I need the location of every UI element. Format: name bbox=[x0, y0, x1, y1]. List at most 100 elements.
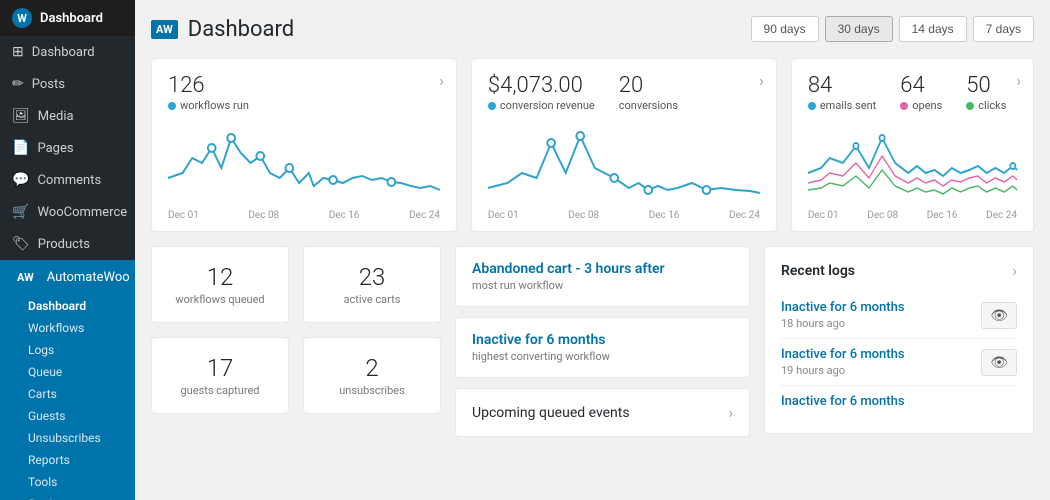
log-item-2-link[interactable]: Inactive for 6 months bbox=[781, 347, 905, 362]
workflows-run-metric: 126 workflows run bbox=[168, 73, 249, 112]
sub-reports[interactable]: Reports bbox=[0, 449, 135, 471]
sub-guests[interactable]: Guests bbox=[0, 405, 135, 427]
queued-label: workflows queued bbox=[168, 293, 272, 306]
email-label-dec01: Dec 01 bbox=[808, 210, 839, 221]
sub-carts[interactable]: Carts bbox=[0, 383, 135, 405]
queued-card: 12 workflows queued bbox=[151, 246, 289, 323]
comments-icon: 💬 bbox=[12, 172, 29, 188]
stats-top-row: 12 workflows queued 23 active carts bbox=[151, 246, 441, 323]
sidebar-header: W Dashboard bbox=[0, 0, 135, 36]
filter-90-days[interactable]: 90 days bbox=[751, 16, 819, 42]
clicks-value: 50 bbox=[966, 73, 1006, 99]
sub-settings[interactable]: Settings bbox=[0, 493, 135, 500]
workflows-metrics: 126 workflows run bbox=[168, 73, 440, 112]
day-filters: 90 days 30 days 14 days 7 days bbox=[751, 16, 1034, 42]
emails-card-arrow[interactable]: › bbox=[1016, 71, 1021, 90]
carts-label: active carts bbox=[320, 293, 424, 306]
title-area: AW Dashboard bbox=[151, 17, 294, 42]
revenue-dot bbox=[488, 102, 496, 110]
sub-unsubscribes[interactable]: Unsubscribes bbox=[0, 427, 135, 449]
unsubs-card: 2 unsubscribes bbox=[303, 337, 441, 414]
unsubs-label: unsubscribes bbox=[320, 384, 424, 397]
media-icon: 🖼 bbox=[12, 108, 30, 124]
opens-dot bbox=[900, 102, 908, 110]
right-column: Recent logs › Inactive for 6 months 18 h… bbox=[764, 246, 1034, 437]
sub-tools[interactable]: Tools bbox=[0, 471, 135, 493]
wp-logo: W bbox=[12, 8, 32, 28]
sidebar-item-media[interactable]: 🖼 Media bbox=[0, 100, 135, 132]
filter-14-days[interactable]: 14 days bbox=[899, 16, 967, 42]
filter-30-days[interactable]: 30 days bbox=[825, 16, 893, 42]
chart-label-dec01: Dec 01 bbox=[168, 210, 199, 221]
log-item-1: Inactive for 6 months 18 hours ago 👁 bbox=[781, 292, 1017, 339]
workflows-run-value: 126 bbox=[168, 73, 249, 99]
log-item-2-info: Inactive for 6 months 19 hours ago bbox=[781, 347, 905, 377]
opens-label: opens bbox=[900, 99, 942, 112]
most-run-workflow-card: Abandoned cart - 3 hours after most run … bbox=[455, 246, 750, 307]
workflows-dot bbox=[168, 102, 176, 110]
sidebar-item-comments[interactable]: 💬 Comments bbox=[0, 164, 135, 196]
conversions-metrics: $4,073.00 conversion revenue 20 conversi… bbox=[488, 73, 760, 112]
workflows-chart-labels: Dec 01 Dec 08 Dec 16 Dec 24 bbox=[168, 210, 440, 221]
log-item-1-link[interactable]: Inactive for 6 months bbox=[781, 300, 905, 315]
conversions-card: › $4,073.00 conversion revenue 20 conver… bbox=[471, 58, 777, 232]
upcoming-arrow[interactable]: › bbox=[728, 403, 733, 422]
most-run-title[interactable]: Abandoned cart - 3 hours after bbox=[472, 261, 733, 277]
filter-7-days[interactable]: 7 days bbox=[973, 16, 1034, 42]
guests-card: 17 guests captured bbox=[151, 337, 289, 414]
clicks-label: clicks bbox=[966, 99, 1006, 112]
log-item-1-eye-button[interactable]: 👁 bbox=[981, 302, 1017, 329]
woocommerce-icon: 🛒 bbox=[12, 204, 29, 220]
emails-metrics: 84 emails sent 64 opens 50 bbox=[808, 73, 1017, 112]
sidebar-item-label: Dashboard bbox=[32, 45, 95, 60]
log-item-3-info: Inactive for 6 months bbox=[781, 394, 905, 411]
log-item-2-eye-button[interactable]: 👁 bbox=[981, 349, 1017, 376]
emails-chart bbox=[808, 118, 1017, 208]
sidebar-item-pages[interactable]: 📄 Pages bbox=[0, 132, 135, 164]
highest-converting-workflow-card: Inactive for 6 months highest converting… bbox=[455, 317, 750, 378]
log-item-1-time: 18 hours ago bbox=[781, 317, 905, 330]
sidebar-item-label: Media bbox=[38, 109, 74, 124]
clicks-metric: 50 clicks bbox=[966, 73, 1006, 112]
conversions-card-arrow[interactable]: › bbox=[759, 71, 764, 90]
sidebar-item-dashboard[interactable]: ⊞ Dashboard bbox=[0, 36, 135, 68]
sub-logs[interactable]: Logs bbox=[0, 339, 135, 361]
middle-column: Abandoned cart - 3 hours after most run … bbox=[455, 246, 750, 437]
revenue-value: $4,073.00 bbox=[488, 73, 595, 99]
workflows-card-arrow[interactable]: › bbox=[439, 71, 444, 90]
sidebar-item-label: Pages bbox=[37, 141, 73, 156]
conversions-value: 20 bbox=[619, 73, 678, 99]
opens-metric: 64 opens bbox=[900, 73, 942, 112]
sidebar-item-products[interactable]: 🏷 Products bbox=[0, 228, 135, 260]
log-item-1-info: Inactive for 6 months 18 hours ago bbox=[781, 300, 905, 330]
emails-sent-value: 84 bbox=[808, 73, 876, 99]
log-item-3-link[interactable]: Inactive for 6 months bbox=[781, 394, 905, 409]
logs-title: Recent logs bbox=[781, 263, 855, 279]
sidebar-item-woocommerce[interactable]: 🛒 WooCommerce bbox=[0, 196, 135, 228]
sidebar-item-automatewoo[interactable]: AW AutomateWoo bbox=[0, 260, 135, 295]
stats-cards-column: 12 workflows queued 23 active carts 17 g… bbox=[151, 246, 441, 437]
main-header: AW Dashboard 90 days 30 days 14 days 7 d… bbox=[151, 16, 1034, 42]
log-item-2: Inactive for 6 months 19 hours ago 👁 bbox=[781, 339, 1017, 386]
conversions-chart-labels: Dec 01 Dec 08 Dec 16 Dec 24 bbox=[488, 210, 760, 221]
opens-value: 64 bbox=[900, 73, 942, 99]
logs-arrow[interactable]: › bbox=[1012, 261, 1017, 280]
sidebar-item-label: Comments bbox=[37, 173, 101, 188]
highest-converting-title[interactable]: Inactive for 6 months bbox=[472, 332, 733, 348]
emails-sent-label: emails sent bbox=[808, 99, 876, 112]
emails-card: › 84 emails sent 64 opens bbox=[791, 58, 1034, 232]
main-content: AW Dashboard 90 days 30 days 14 days 7 d… bbox=[135, 0, 1050, 500]
aw-badge: AW bbox=[12, 268, 39, 287]
sub-workflows[interactable]: Workflows bbox=[0, 317, 135, 339]
sidebar-item-posts[interactable]: ✏ Posts bbox=[0, 68, 135, 100]
revenue-metric: $4,073.00 conversion revenue bbox=[488, 73, 595, 112]
conv-label-dec16: Dec 16 bbox=[649, 210, 680, 221]
sub-queue[interactable]: Queue bbox=[0, 361, 135, 383]
highest-converting-sub: highest converting workflow bbox=[472, 350, 733, 363]
revenue-label: conversion revenue bbox=[488, 99, 595, 112]
guests-label: guests captured bbox=[168, 384, 272, 397]
logs-header: Recent logs › bbox=[781, 261, 1017, 280]
email-label-dec24: Dec 24 bbox=[986, 210, 1017, 221]
sub-dashboard[interactable]: Dashboard bbox=[0, 295, 135, 317]
sidebar-item-label: Posts bbox=[32, 77, 65, 92]
